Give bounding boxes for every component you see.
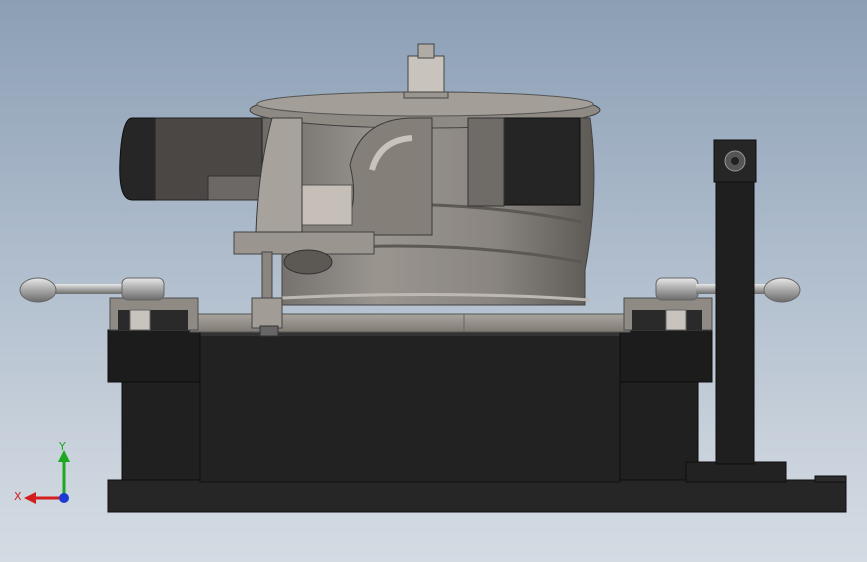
post-foot[interactable]	[685, 461, 787, 483]
coordinate-triad-icon: Y X	[14, 440, 70, 504]
left-pin[interactable]	[129, 309, 151, 331]
top-nut[interactable]	[407, 55, 445, 97]
post-column[interactable]	[715, 139, 755, 465]
y-axis-label: Y	[58, 440, 66, 453]
pin-tip	[259, 325, 279, 337]
top-bolt[interactable]	[417, 43, 435, 59]
main-body[interactable]	[199, 329, 621, 483]
right-handle-knob[interactable]	[763, 277, 801, 303]
left-handle-knob[interactable]	[19, 277, 57, 303]
post-screw-center	[731, 157, 739, 165]
right-block-upper[interactable]	[619, 329, 713, 383]
top-washer	[403, 91, 449, 99]
right-pin[interactable]	[665, 309, 687, 331]
right-arm[interactable]	[499, 117, 581, 206]
right-arm-inner	[467, 117, 505, 207]
base-plate[interactable]	[107, 479, 847, 513]
pin-collar[interactable]	[251, 297, 283, 329]
fixture-model[interactable]	[0, 0, 867, 562]
x-axis-label: X	[14, 490, 22, 503]
cad-viewport[interactable]: Y X	[0, 0, 867, 562]
left-bracket-slot	[118, 310, 188, 330]
roller[interactable]	[283, 249, 333, 275]
right-handle-hub[interactable]	[655, 277, 699, 301]
pin-rod[interactable]	[261, 251, 273, 301]
x-axis-arrow	[24, 492, 36, 504]
left-block-lower[interactable]	[121, 381, 201, 481]
base-plate-right-step	[814, 475, 847, 483]
z-axis-dot	[59, 493, 69, 503]
left-handle-hub[interactable]	[121, 277, 165, 301]
left-block-upper[interactable]	[107, 329, 201, 383]
